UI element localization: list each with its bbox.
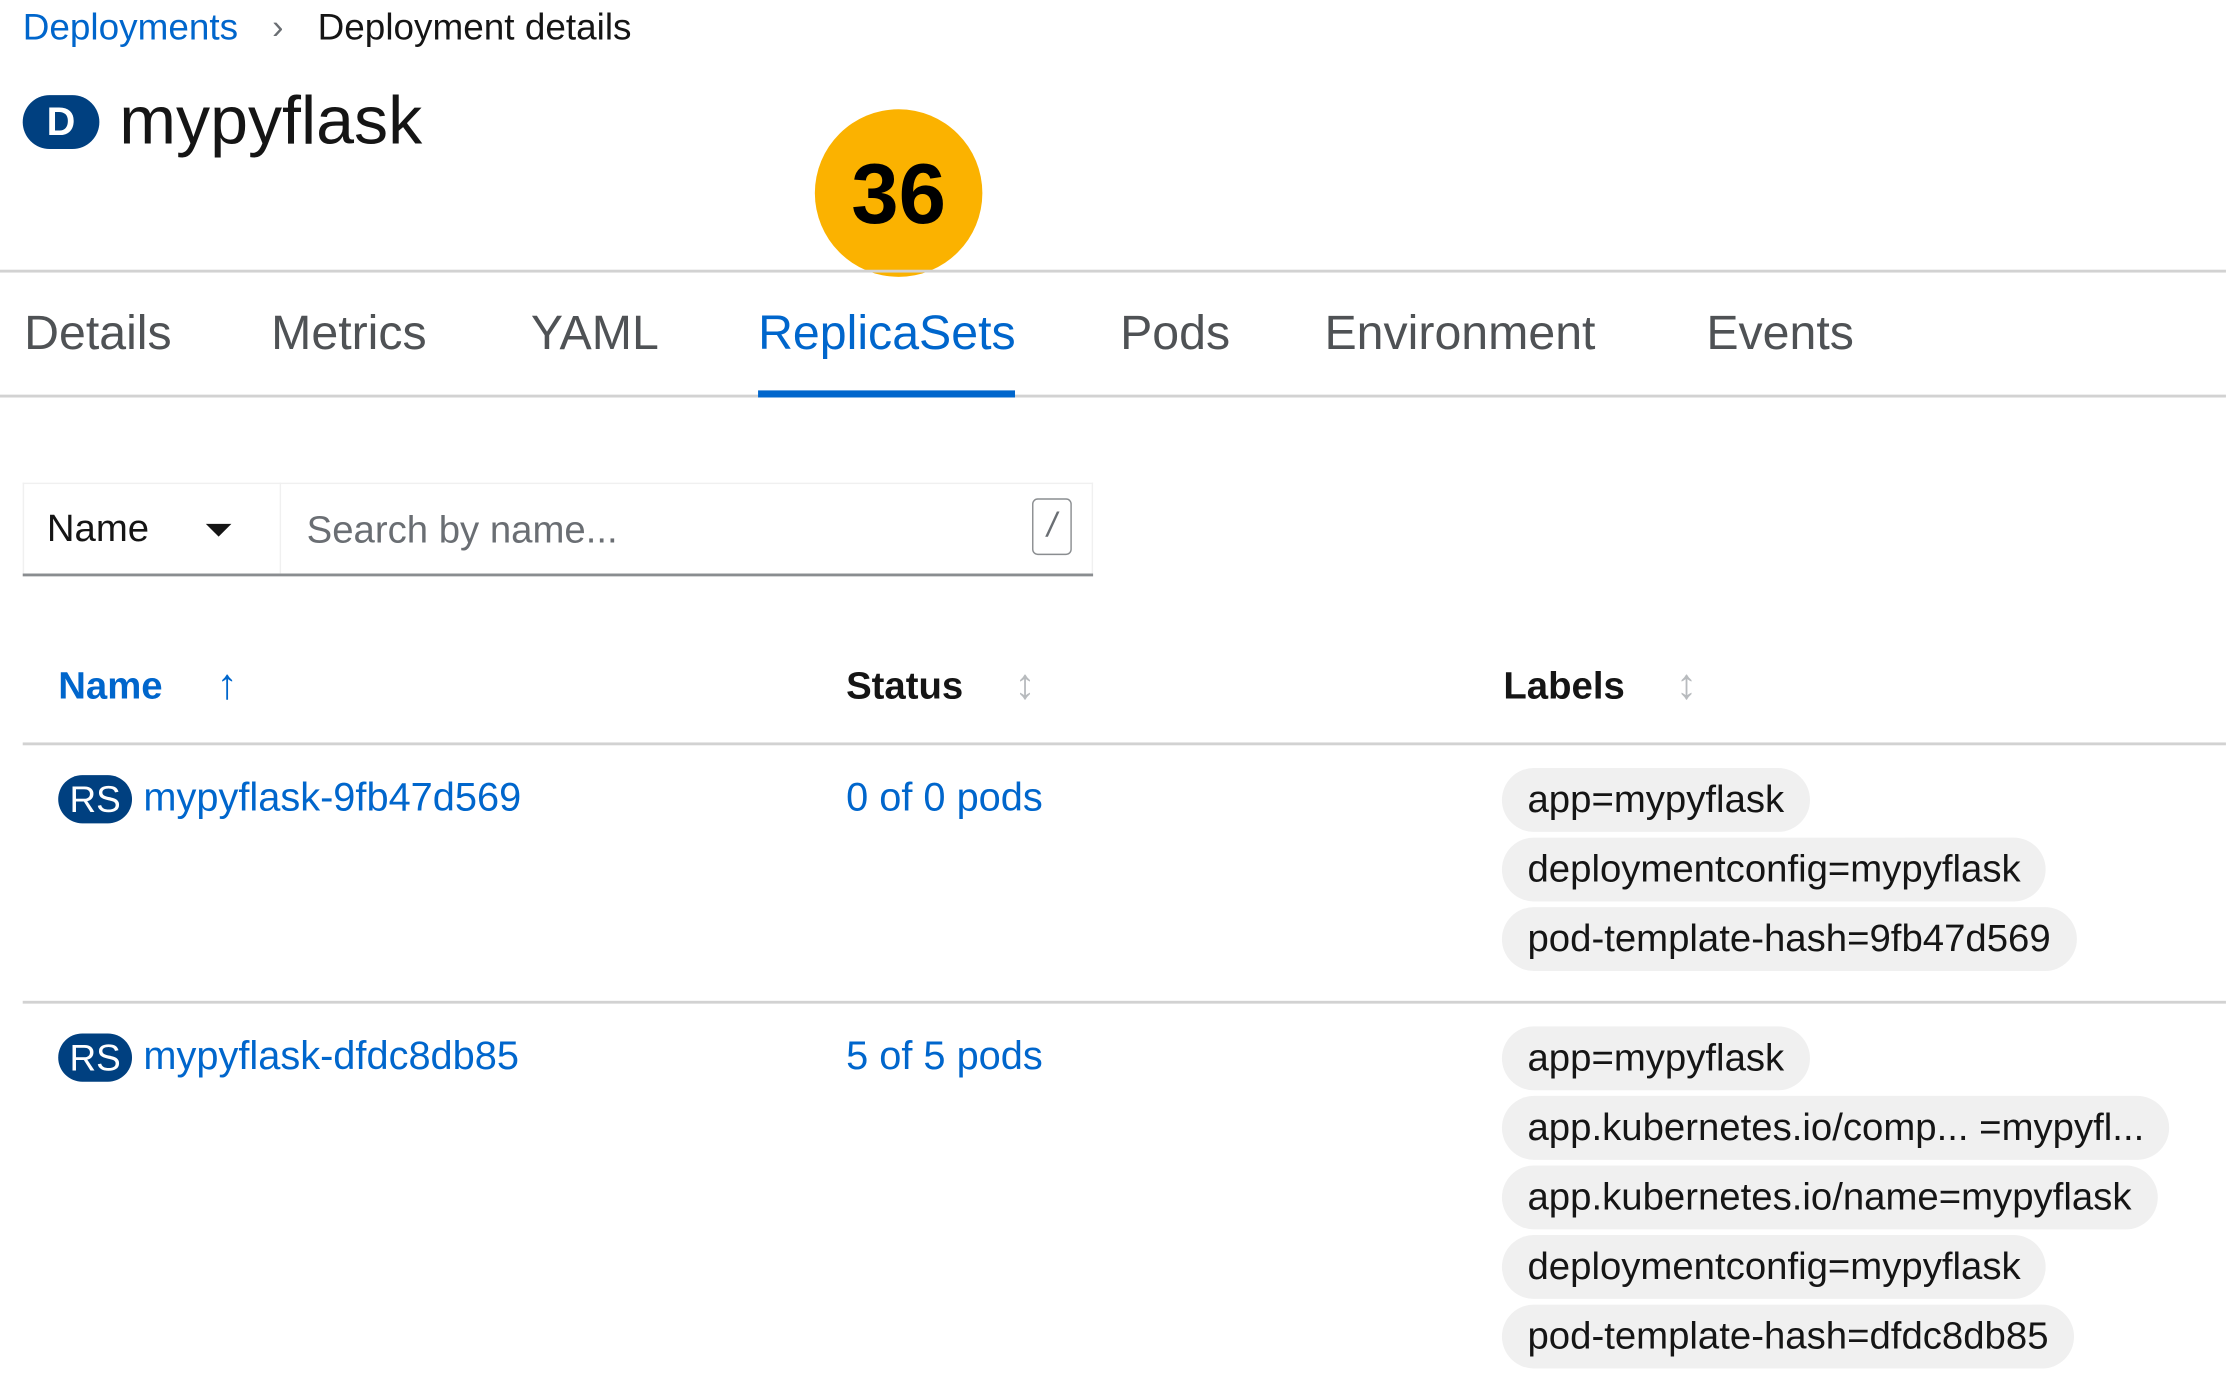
breadcrumb: Deployments › Deployment details — [23, 6, 632, 50]
page-header: D mypyflask — [22, 82, 423, 160]
deployment-kind-badge: D — [22, 94, 100, 149]
page: Deployments › Deployment details D mypyf… — [0, 0, 2226, 1388]
table-divider — [22, 1000, 2226, 1004]
label-chip[interactable]: app=mypyflask — [1501, 1026, 1810, 1091]
caret-down-icon — [205, 523, 232, 537]
label-chip[interactable]: deploymentconfig=mypyflask — [1501, 837, 2047, 902]
column-header-status-label: Status — [846, 663, 964, 707]
tab-environment[interactable]: Environment — [1324, 273, 1595, 395]
search-input[interactable] — [306, 503, 989, 556]
tab-yaml[interactable]: YAML — [531, 273, 659, 395]
sort-icon: ↕ — [1014, 661, 1036, 709]
tab-metrics[interactable]: Metrics — [271, 273, 427, 395]
tab-pods[interactable]: Pods — [1120, 273, 1230, 395]
step-number-badge: 36 — [814, 109, 983, 277]
label-chip[interactable]: pod-template-hash=dfdc8db85 — [1501, 1304, 2075, 1369]
tab-replicasets[interactable]: ReplicaSets — [758, 273, 1017, 398]
label-chip[interactable]: app.kubernetes.io/comp... =mypyfl... — [1501, 1095, 2170, 1160]
sort-icon: ↕ — [1675, 661, 1698, 709]
tab-details[interactable]: Details — [24, 273, 172, 395]
column-header-name-label: Name — [58, 663, 163, 707]
filter-type-label: Name — [46, 506, 150, 550]
replicaset-kind-badge: RS — [58, 775, 133, 824]
column-header-labels-label: Labels — [1503, 663, 1625, 707]
table-divider — [22, 742, 2226, 746]
sort-ascending-icon: ↑ — [216, 661, 238, 709]
breadcrumb-deployments-link[interactable]: Deployments — [23, 6, 238, 50]
column-header-status[interactable]: Status ↕ — [846, 662, 1036, 710]
replicaset-name-link[interactable]: mypyflask-9fb47d569 — [143, 775, 521, 820]
tab-bar: Details Metrics YAML ReplicaSets Pods En… — [0, 269, 2226, 398]
replicaset-status-link[interactable]: 0 of 0 pods — [846, 775, 1043, 820]
tab-events[interactable]: Events — [1706, 273, 1854, 395]
filter-type-dropdown[interactable]: Name — [22, 482, 282, 574]
replicaset-name-link[interactable]: mypyflask-dfdc8db85 — [143, 1033, 519, 1078]
column-header-labels[interactable]: Labels ↕ — [1503, 662, 1697, 710]
label-list: app=mypyflask deploymentconfig=mypyflask… — [1501, 768, 2077, 972]
replicaset-status-link[interactable]: 5 of 5 pods — [846, 1033, 1043, 1078]
page-title: mypyflask — [119, 83, 423, 159]
label-chip[interactable]: app.kubernetes.io/name=mypyflask — [1501, 1165, 2158, 1230]
search-box: / — [281, 482, 1094, 574]
filter-toolbar: Name / — [22, 482, 1094, 577]
replicaset-kind-badge: RS — [58, 1033, 133, 1082]
label-chip[interactable]: deploymentconfig=mypyflask — [1501, 1235, 2047, 1299]
keyboard-shortcut-hint: / — [1032, 498, 1072, 556]
breadcrumb-current: Deployment details — [317, 5, 632, 49]
chevron-right-icon: › — [272, 7, 284, 47]
column-header-name[interactable]: Name ↑ — [58, 662, 238, 710]
label-chip[interactable]: app=mypyflask — [1501, 768, 1810, 832]
label-chip[interactable]: pod-template-hash=9fb47d569 — [1501, 907, 2077, 972]
label-list: app=mypyflask app.kubernetes.io/comp... … — [1501, 1026, 2170, 1369]
